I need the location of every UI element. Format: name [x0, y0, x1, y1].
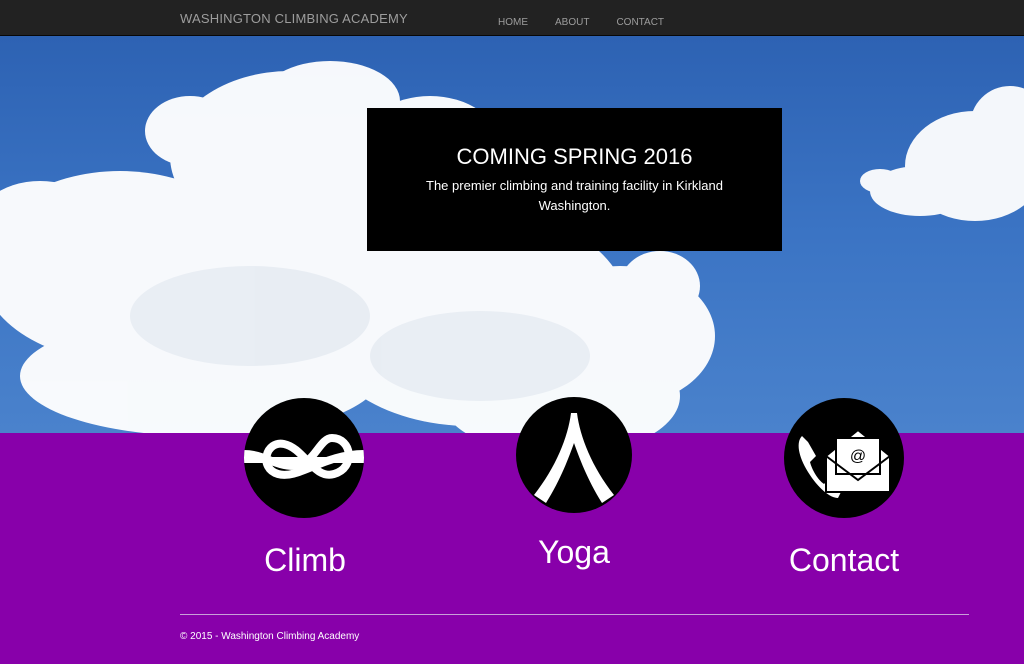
yoga-pose-icon — [534, 413, 614, 503]
nav-home-link[interactable]: HOME — [498, 17, 528, 28]
brand-link[interactable]: WASHINGTON CLIMBING ACADEMY — [180, 11, 408, 26]
climb-feature-circle[interactable] — [244, 398, 364, 518]
navbar: WASHINGTON CLIMBING ACADEMY HOME ABOUT C… — [0, 0, 1024, 36]
climb-label[interactable]: Climb — [205, 542, 405, 579]
svg-text:@: @ — [850, 448, 866, 465]
contact-label[interactable]: Contact — [744, 542, 944, 579]
nav-contact-link[interactable]: CONTACT — [616, 17, 664, 28]
contact-feature-circle[interactable]: @ — [784, 398, 904, 518]
yoga-feature-circle[interactable] — [516, 397, 632, 513]
banner-title: COMING SPRING 2016 — [456, 144, 693, 169]
knot-icon — [244, 433, 364, 479]
nav-about-link[interactable]: ABOUT — [555, 17, 589, 28]
announcement-banner: COMING SPRING 2016 The premier climbing … — [367, 108, 782, 251]
footer-divider — [180, 614, 969, 615]
banner-subtitle: The premier climbing and training facili… — [426, 178, 723, 213]
yoga-label[interactable]: Yoga — [474, 534, 674, 571]
phone-email-icon: @ — [798, 428, 891, 498]
copyright-text: © 2015 - Washington Climbing Academy — [180, 631, 360, 642]
nav-menu: HOME ABOUT CONTACT — [498, 12, 691, 30]
